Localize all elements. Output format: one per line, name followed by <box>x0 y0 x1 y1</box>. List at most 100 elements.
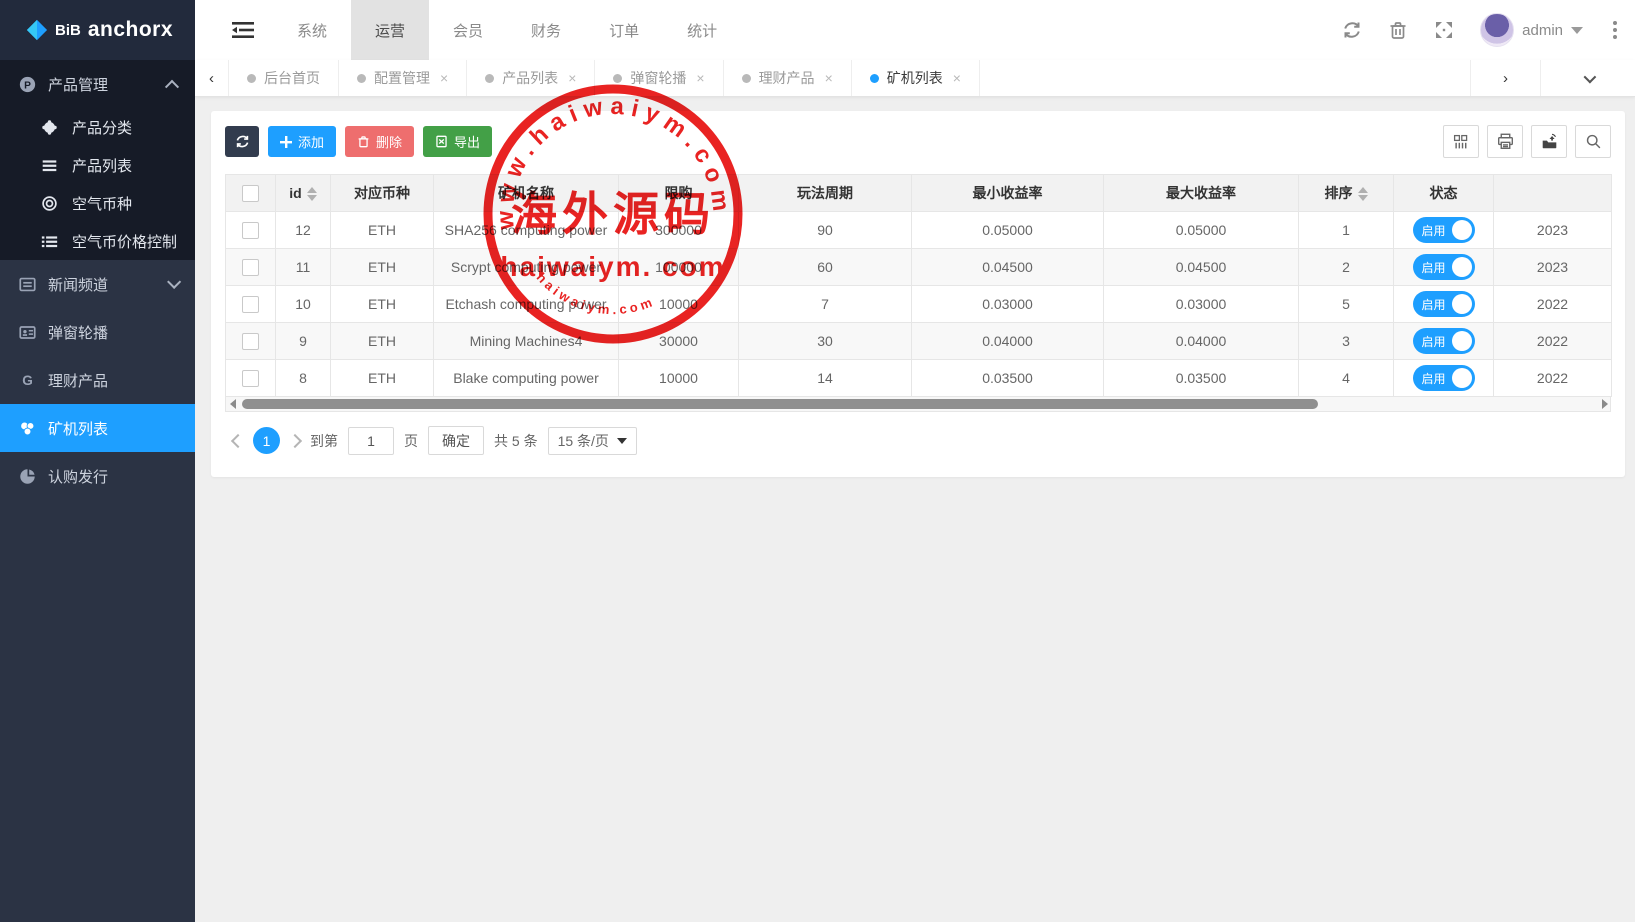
svg-text:G: G <box>22 373 33 388</box>
sidebar-item-product-mgmt[interactable]: P 产品管理 <box>0 60 195 108</box>
page-size-select[interactable]: 15 条/页 <box>548 427 637 455</box>
cell-sort: 2 <box>1299 249 1394 286</box>
scrollbar-thumb[interactable] <box>242 399 1318 409</box>
cell-min_rate: 0.03500 <box>912 360 1104 397</box>
g-letter-icon: G <box>18 371 36 389</box>
row-checkbox[interactable] <box>242 222 259 239</box>
sort-icon[interactable] <box>1358 187 1368 201</box>
tab-config-mgmt[interactable]: 配置管理 × <box>339 60 467 96</box>
tab-close-icon[interactable]: × <box>953 70 961 86</box>
sort-icon[interactable] <box>307 187 317 201</box>
cell-created: 2022 <box>1494 360 1612 397</box>
cell-min_rate: 0.03000 <box>912 286 1104 323</box>
select-caret-icon <box>617 438 627 444</box>
delete-button[interactable]: 删除 <box>345 126 414 157</box>
columns-filter-icon[interactable] <box>1443 125 1479 158</box>
more-menu-icon[interactable] <box>1609 19 1621 41</box>
cell-cycle: 90 <box>739 212 912 249</box>
scroll-left-arrow-icon[interactable] <box>226 399 240 409</box>
tab-close-icon[interactable]: × <box>696 70 704 86</box>
export-data-icon[interactable] <box>1531 125 1567 158</box>
select-all-checkbox[interactable] <box>242 185 259 202</box>
nav-item-operation[interactable]: 运营 <box>351 0 429 60</box>
app-logo[interactable]: BiB anchorx <box>0 0 195 60</box>
print-icon[interactable] <box>1487 125 1523 158</box>
tabs-dropdown-icon[interactable] <box>1540 60 1635 96</box>
tabs-scroll-left-icon[interactable]: ‹ <box>195 60 229 96</box>
goto-page-input[interactable] <box>348 427 394 455</box>
row-checkbox[interactable] <box>242 370 259 387</box>
sidebar-item-news-channel[interactable]: 新闻频道 <box>0 260 195 308</box>
table-row: 8ETHBlake computing power10000140.035000… <box>226 360 1612 397</box>
tab-popup-carousel[interactable]: 弹窗轮播 × <box>595 60 723 96</box>
tab-wealth-product[interactable]: 理财产品 × <box>724 60 852 96</box>
col-sort[interactable]: 排序 <box>1299 175 1394 212</box>
tab-close-icon[interactable]: × <box>568 70 576 86</box>
tab-miner-list[interactable]: 矿机列表 × <box>852 60 980 96</box>
sidebar-item-wealth-product[interactable]: G 理财产品 <box>0 356 195 404</box>
sidebar-item-product-list[interactable]: 产品列表 <box>0 146 195 184</box>
sidebar-item-popup-carousel[interactable]: 弹窗轮播 <box>0 308 195 356</box>
sidebar-item-subscription-issue[interactable]: 认购发行 <box>0 452 195 500</box>
row-select-cell <box>226 249 276 286</box>
export-button[interactable]: 导出 <box>423 126 492 157</box>
row-select-cell <box>226 286 276 323</box>
chevron-down-icon <box>167 275 181 289</box>
refresh-icon[interactable] <box>1342 20 1362 40</box>
tab-label: 产品列表 <box>502 68 558 88</box>
cell-max_rate: 0.03500 <box>1104 360 1299 397</box>
row-checkbox[interactable] <box>242 296 259 313</box>
cell-min_rate: 0.04500 <box>912 249 1104 286</box>
sidebar-item-product-category[interactable]: 产品分类 <box>0 108 195 146</box>
tab-close-icon[interactable]: × <box>440 70 448 86</box>
sidebar-label: 认购发行 <box>48 466 108 487</box>
horizontal-scrollbar[interactable] <box>225 397 1611 412</box>
tab-dashboard[interactable]: 后台首页 <box>229 60 339 96</box>
sidebar-collapse-icon[interactable] <box>213 20 273 40</box>
row-checkbox[interactable] <box>242 259 259 276</box>
search-icon[interactable] <box>1575 125 1611 158</box>
trash-icon[interactable] <box>1388 20 1408 40</box>
status-toggle[interactable]: 启用 <box>1413 254 1475 280</box>
sidebar-item-miner-list[interactable]: 矿机列表 <box>0 404 195 452</box>
fullscreen-icon[interactable] <box>1434 20 1454 40</box>
cell-created: 2022 <box>1494 323 1612 360</box>
table-row: 9ETHMining Machines430000300.040000.0400… <box>226 323 1612 360</box>
cell-status: 启用 <box>1394 286 1494 323</box>
nav-item-order[interactable]: 订单 <box>585 0 663 60</box>
add-button[interactable]: 添加 <box>268 126 336 157</box>
nav-item-system[interactable]: 系统 <box>273 0 351 60</box>
col-id[interactable]: id <box>276 175 331 212</box>
brand-name-text: anchorx <box>88 18 173 42</box>
toggle-label: 启用 <box>1422 296 1446 313</box>
tab-close-icon[interactable]: × <box>825 70 833 86</box>
p-circle-icon: P <box>18 75 36 93</box>
prev-page-icon[interactable] <box>231 433 245 447</box>
cell-cycle: 30 <box>739 323 912 360</box>
table-row: 11ETHScrypt computing power100000600.045… <box>226 249 1612 286</box>
sidebar-item-air-coin[interactable]: 空气币种 <box>0 184 195 222</box>
row-checkbox[interactable] <box>242 333 259 350</box>
current-page[interactable]: 1 <box>253 427 280 454</box>
pagination: 1 到第 页 确定 共 5 条 15 条/页 <box>225 426 1611 455</box>
nav-item-finance[interactable]: 财务 <box>507 0 585 60</box>
next-page-icon[interactable] <box>288 433 302 447</box>
table-row: 12ETHSHA256 computing power300000900.050… <box>226 212 1612 249</box>
tab-label: 矿机列表 <box>887 68 943 88</box>
user-menu[interactable]: admin <box>1480 13 1583 47</box>
status-toggle[interactable]: 启用 <box>1413 291 1475 317</box>
status-toggle[interactable]: 启用 <box>1413 328 1475 354</box>
cell-status: 启用 <box>1394 360 1494 397</box>
tabs-scroll-right-icon[interactable]: › <box>1470 60 1540 96</box>
cluster-circles-icon <box>18 419 36 437</box>
sidebar-item-air-coin-price[interactable]: 空气币价格控制 <box>0 222 195 260</box>
confirm-button[interactable]: 确定 <box>428 426 484 455</box>
status-toggle[interactable]: 启用 <box>1413 217 1475 243</box>
tab-product-list[interactable]: 产品列表 × <box>467 60 595 96</box>
refresh-button[interactable] <box>225 126 259 157</box>
nav-item-member[interactable]: 会员 <box>429 0 507 60</box>
cell-name: Blake computing power <box>434 360 619 397</box>
nav-item-statistics[interactable]: 统计 <box>663 0 741 60</box>
scroll-right-arrow-icon[interactable] <box>1594 399 1608 409</box>
status-toggle[interactable]: 启用 <box>1413 365 1475 391</box>
